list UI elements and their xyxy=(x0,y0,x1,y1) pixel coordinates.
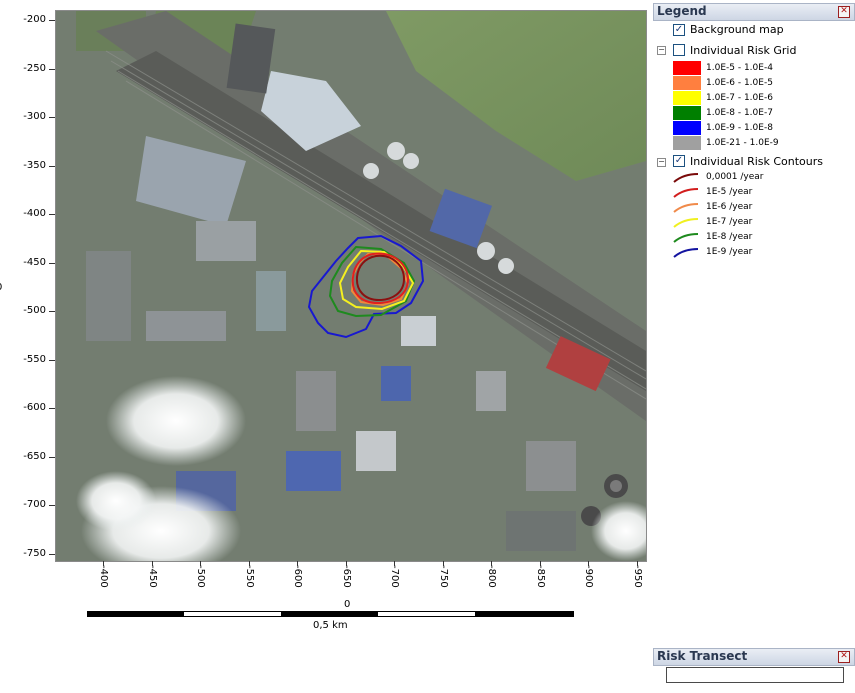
y-tick-label: -250 xyxy=(23,62,46,74)
x-tick-label: -450 xyxy=(146,565,158,588)
background-map-checkbox[interactable]: ✓ xyxy=(673,24,685,36)
close-icon[interactable]: ✕ xyxy=(838,651,850,663)
x-tick-mark xyxy=(636,561,638,566)
contour-item-label: 1E-6 /year xyxy=(706,202,753,212)
y-tick-mark xyxy=(49,68,55,70)
x-tick-mark xyxy=(103,561,104,566)
risk-grid-item-label: 1.0E-6 - 1.0E-5 xyxy=(706,78,773,88)
y-tick-mark xyxy=(49,359,55,361)
close-icon[interactable]: ✕ xyxy=(838,6,850,18)
contour-item-label: 1E-8 /year xyxy=(706,232,753,242)
contour-line-icon xyxy=(673,188,699,198)
scale-bar xyxy=(87,611,574,617)
y-tick-mark xyxy=(49,165,55,167)
x-tick-mark xyxy=(151,561,153,566)
x-tick-label: -950 xyxy=(631,565,643,588)
x-tick-label: -800 xyxy=(486,565,497,588)
risk-grid-item-label: 1.0E-5 - 1.0E-4 xyxy=(706,63,773,73)
x-tick-label: -650 xyxy=(340,565,352,588)
x-tick-label: -600 xyxy=(292,565,303,588)
risk-grid-swatch xyxy=(673,136,701,150)
risk-grid-item-label: 1.0E-8 - 1.0E-7 xyxy=(706,108,773,118)
y-tick-label: -300 xyxy=(23,111,46,122)
x-tick-mark xyxy=(297,561,298,566)
y-tick-label: -350 xyxy=(23,159,46,171)
contour-line-icon xyxy=(673,173,699,183)
y-tick-mark xyxy=(49,262,55,264)
aerial-background-map xyxy=(56,11,646,561)
legend-title: Legend xyxy=(657,4,707,18)
x-tick-label: -550 xyxy=(243,565,255,588)
y-tick-mark xyxy=(49,456,55,458)
risk-contours-checkbox[interactable]: ✓ xyxy=(673,155,685,167)
x-tick-label: -700 xyxy=(389,565,400,588)
map-view[interactable] xyxy=(55,10,647,562)
y-tick-label: -200 xyxy=(23,14,46,25)
contour-item-label: 0,0001 /year xyxy=(706,172,764,182)
risk-transect-field[interactable] xyxy=(666,667,844,683)
collapse-icon[interactable]: − xyxy=(657,158,666,167)
y-tick-label: -600 xyxy=(23,402,46,413)
y-tick-label: -750 xyxy=(23,547,46,559)
y-tick-label: -550 xyxy=(23,353,46,365)
y-tick-mark xyxy=(49,214,55,215)
y-tick-label: -450 xyxy=(23,256,46,268)
x-tick-mark xyxy=(345,561,347,566)
risk-transect-title: Risk Transect xyxy=(657,649,748,663)
risk-transect-header[interactable]: Risk Transect ✕ xyxy=(653,648,855,666)
x-tick-label: -850 xyxy=(534,565,546,588)
background-map-label: Background map xyxy=(690,23,784,36)
risk-grid-label: Individual Risk Grid xyxy=(690,44,797,57)
x-tick-mark xyxy=(442,561,444,566)
y-tick-mark xyxy=(49,408,55,409)
y-tick-label: -650 xyxy=(23,450,46,462)
risk-grid-item-label: 1.0E-7 - 1.0E-6 xyxy=(706,93,773,103)
risk-grid-item-label: 1.0E-9 - 1.0E-8 xyxy=(706,123,773,133)
risk-grid-swatch xyxy=(673,91,701,105)
x-tick-label: -400 xyxy=(98,565,109,588)
y-axis-title: 0 xyxy=(0,282,2,293)
y-tick-label: -500 xyxy=(23,305,46,316)
risk-grid-swatch xyxy=(673,61,701,75)
risk-grid-checkbox[interactable] xyxy=(673,44,685,56)
y-tick-mark xyxy=(49,553,55,555)
contour-item-label: 1E-9 /year xyxy=(706,247,753,257)
contour-line-icon xyxy=(673,248,699,258)
x-tick-label: -500 xyxy=(195,565,206,588)
contour-line-icon xyxy=(673,233,699,243)
y-tick-mark xyxy=(49,20,55,21)
x-tick-mark xyxy=(491,561,492,566)
scale-bar-distance-label: 0,5 km xyxy=(313,620,348,631)
contour-line-icon xyxy=(673,203,699,213)
y-tick-mark xyxy=(49,505,55,506)
x-tick-mark xyxy=(248,561,250,566)
legend-panel: Legend ✕ ✓ Background map − Individual R… xyxy=(653,3,855,265)
x-tick-label: -750 xyxy=(437,565,449,588)
y-tick-label: -400 xyxy=(23,208,46,219)
x-tick-mark xyxy=(200,561,201,566)
x-tick-mark xyxy=(539,561,541,566)
risk-grid-swatch xyxy=(673,76,701,90)
risk-contours-label: Individual Risk Contours xyxy=(690,155,824,168)
contour-item-label: 1E-7 /year xyxy=(706,217,753,227)
y-tick-mark xyxy=(49,117,55,118)
legend-header[interactable]: Legend ✕ xyxy=(653,3,855,21)
risk-grid-swatch xyxy=(673,106,701,120)
contour-line-icon xyxy=(673,218,699,228)
x-tick-mark xyxy=(394,561,395,566)
contour-item-label: 1E-5 /year xyxy=(706,187,753,197)
y-tick-mark xyxy=(49,311,55,312)
risk-grid-swatch xyxy=(673,121,701,135)
risk-transect-panel: Risk Transect ✕ xyxy=(653,648,855,693)
scale-bar-zero-label: 0 xyxy=(344,599,351,610)
collapse-icon[interactable]: − xyxy=(657,46,666,55)
x-tick-mark xyxy=(588,561,589,566)
x-tick-label: -900 xyxy=(583,565,594,588)
y-tick-label: -700 xyxy=(23,499,46,510)
risk-grid-item-label: 1.0E-21 - 1.0E-9 xyxy=(706,138,779,148)
